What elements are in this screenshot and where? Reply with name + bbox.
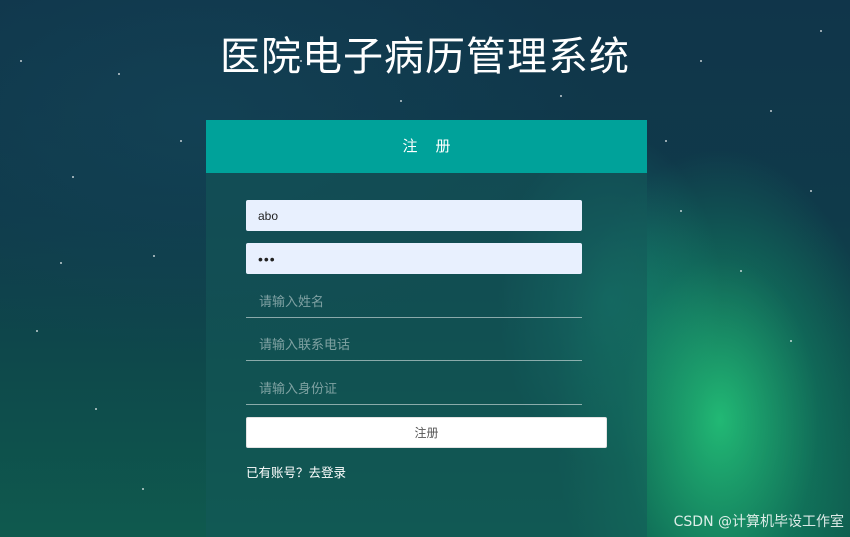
phone-input[interactable] [246, 330, 582, 361]
password-input[interactable] [246, 243, 582, 274]
register-button[interactable]: 注册 [246, 417, 607, 448]
register-panel-header: 注册 [206, 120, 647, 173]
username-input[interactable] [246, 200, 582, 231]
go-login-link[interactable]: 已有账号？去登录 [246, 462, 346, 481]
name-input[interactable] [246, 287, 582, 318]
watermark: CSDN @计算机毕设工作室 [673, 514, 844, 530]
page-title: 医院电子病历管理系统 [220, 34, 630, 80]
idcard-input[interactable] [246, 374, 582, 405]
